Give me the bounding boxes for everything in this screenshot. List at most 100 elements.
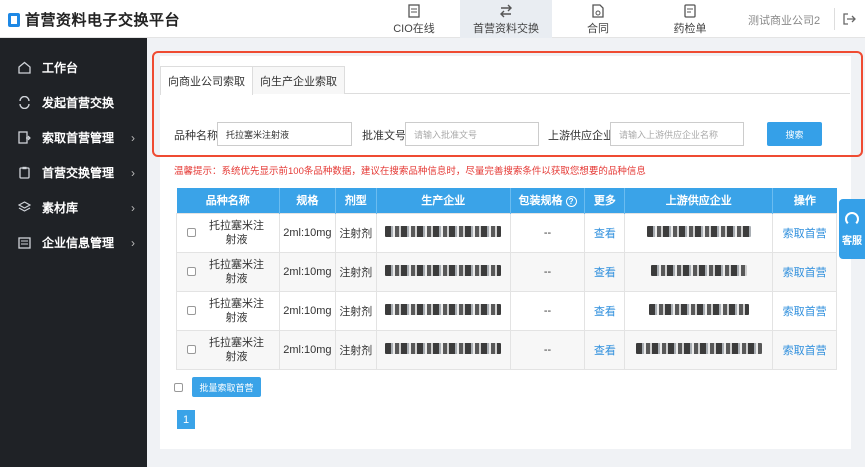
nav-contract[interactable]: 合同 [552,0,644,38]
view-link[interactable]: 查看 [594,345,616,357]
product-name: 托拉塞米注射液 [208,336,264,363]
column-header: 剂型 [335,188,377,213]
spec-cell: 2ml:10mg [278,251,336,292]
column-header: 生产企业 [376,188,511,213]
column-header: 上游供应企业 [624,188,774,213]
action-cell: 索取首营 [772,251,837,292]
page-button-current[interactable]: 1 [177,410,195,429]
form-cell: 注射剂 [334,329,377,370]
chevron-right-icon: › [131,165,135,180]
table-row: 托拉塞米注射液 2ml:10mg 注射剂 -- 查看 索取首营 [176,290,837,331]
table-row: 托拉塞米注射液 2ml:10mg 注射剂 -- 查看 索取首营 [176,212,837,253]
app-logo[interactable]: 首营资料电子交换平台 [8,9,180,30]
nav-label: CIO在线 [393,22,435,35]
search-form: 品种名称 托拉塞米注射液 批准文号 请输入批准文号 上游供应企业 请输入上游供应… [0,122,865,146]
search-button[interactable]: 搜索 [767,122,822,146]
row-checkbox[interactable] [187,267,197,276]
product-name: 托拉塞米注射液 [208,219,264,246]
row-checkbox[interactable] [187,306,197,315]
table-row: 托拉塞米注射液 2ml:10mg 注射剂 -- 查看 索取首营 [176,329,837,370]
logout-icon[interactable] [834,8,856,30]
sidebar-item-label: 素材库 [42,201,79,215]
column-header-label: 包装规格 [518,195,563,208]
tab-request-from-manufacturer[interactable]: 向生产企业索取 [252,66,345,94]
more-cell: 查看 [584,290,626,331]
request-link[interactable]: 索取首营 [783,228,827,240]
layers-icon [16,200,32,216]
manufacturer-cell [375,251,511,292]
view-link[interactable]: 查看 [594,228,616,240]
package-cell: -- [509,251,586,292]
logo-icon [8,12,20,27]
table-header-row: 品种名称 规格 剂型 生产企业 包装规格? 更多 上游供应企业 操作 [176,188,837,213]
company-name[interactable]: 测试商业公司2 [748,12,820,28]
product-label: 品种名称 [174,130,218,142]
help-icon[interactable]: ? [565,195,577,207]
sidebar-item-exchange-management[interactable]: 首营交换管理 › [0,155,147,190]
more-cell: 查看 [584,329,626,370]
redacted-supplier [648,303,749,315]
nav-label: 药检单 [673,22,707,35]
clipboard-icon [16,165,32,181]
product-name: 托拉塞米注射液 [208,258,264,285]
contract-icon [590,3,606,19]
nav-cio-online[interactable]: CIO在线 [368,0,460,38]
sync-icon [16,95,32,111]
approval-input[interactable]: 请输入批准文号 [405,122,539,146]
more-cell: 查看 [584,251,626,292]
request-link[interactable]: 索取首营 [783,345,827,357]
request-tabs: 向商业公司索取 向生产企业索取 [160,66,850,95]
redacted-manufacturer [385,342,502,354]
document-icon [406,3,422,19]
request-link[interactable]: 索取首营 [783,267,827,279]
service-label: 客服 [842,235,862,247]
redacted-supplier [650,264,747,276]
supplier-cell [624,251,774,292]
request-link[interactable]: 索取首营 [783,306,827,318]
action-cell: 索取首营 [772,290,837,331]
spec-cell: 2ml:10mg [278,329,336,370]
sidebar-item-start-exchange[interactable]: 发起首营交换 [0,85,147,120]
spec-cell: 2ml:10mg [278,290,336,331]
column-header-package: 包装规格? [510,188,586,213]
batch-request-button[interactable]: 批量索取首营 [192,377,261,397]
manufacturer-cell [375,290,511,331]
package-cell: -- [509,290,586,331]
column-header: 更多 [584,188,626,213]
approval-label: 批准文号 [362,130,406,142]
app-title: 首营资料电子交换平台 [25,12,181,29]
row-checkbox[interactable] [187,345,197,354]
supplier-cell [624,329,774,370]
row-checkbox[interactable] [187,228,197,237]
customer-service-button[interactable]: 客服 [839,199,865,259]
supplier-input[interactable]: 请输入上游供应企业名称 [610,122,744,146]
supplier-cell [624,290,774,331]
view-link[interactable]: 查看 [594,267,616,279]
sidebar-item-label: 首营交换管理 [42,166,115,180]
sidebar: 工作台 发起首营交换 索取首营管理 › 首营交换管理 › 素材库 › 企业信息管… [0,38,147,467]
batch-actions: 批量索取首营 [174,377,261,397]
sidebar-item-material-library[interactable]: 素材库 › [0,190,147,225]
sidebar-item-workbench[interactable]: 工作台 [0,50,147,85]
nav-label: 合同 [587,22,609,35]
select-all-checkbox[interactable] [174,382,183,392]
product-input[interactable]: 托拉塞米注射液 [217,122,352,146]
column-header: 操作 [772,188,837,213]
home-icon [16,60,32,76]
view-link[interactable]: 查看 [594,306,616,318]
package-cell: -- [509,329,586,370]
report-icon [682,3,698,19]
top-nav: CIO在线 首营资料交换 合同 药检单 [368,0,736,38]
sidebar-item-label: 企业信息管理 [42,236,115,250]
nav-inspection[interactable]: 药检单 [644,0,736,38]
name-cell: 托拉塞米注射液 [176,251,280,292]
spec-cell: 2ml:10mg [278,212,336,253]
product-name: 托拉塞米注射液 [208,297,264,324]
tab-request-from-distributor[interactable]: 向商业公司索取 [160,66,253,95]
sidebar-item-label: 工作台 [42,61,79,75]
name-cell: 托拉塞米注射液 [176,290,280,331]
nav-exchange[interactable]: 首营资料交换 [460,0,552,38]
sidebar-item-company-info[interactable]: 企业信息管理 › [0,225,147,260]
headset-icon [845,211,859,226]
supplier-cell [624,212,774,253]
